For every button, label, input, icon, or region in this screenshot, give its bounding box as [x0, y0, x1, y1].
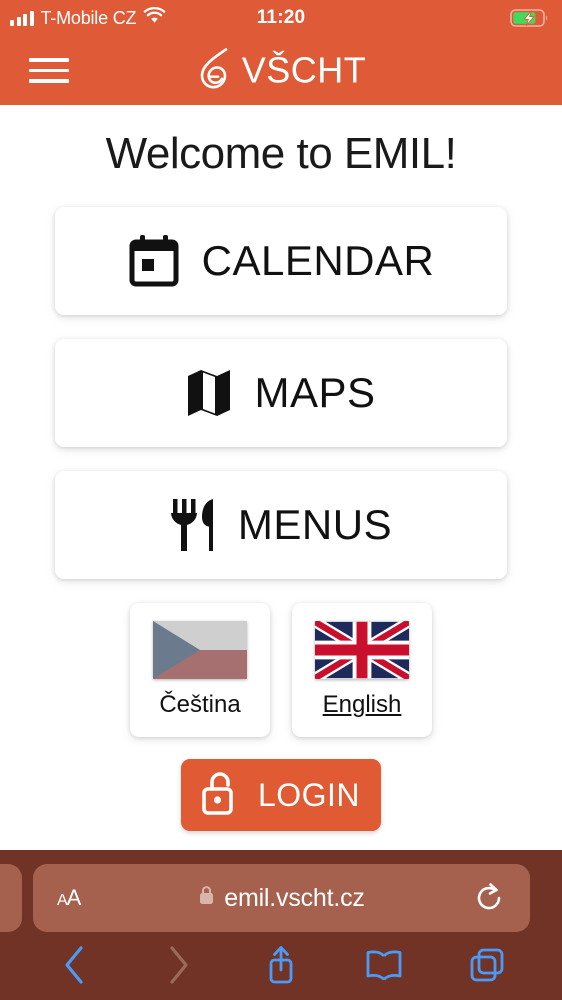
- unlock-padlock-icon: [202, 770, 242, 821]
- brand-logo[interactable]: VŠCHT: [0, 46, 562, 95]
- brand-name: VŠCHT: [241, 49, 367, 91]
- utensils-icon: [170, 497, 216, 553]
- main-content: Welcome to EMIL! CALENDAR MAPS MENUS Češ…: [0, 105, 562, 850]
- app-header: VŠCHT: [0, 36, 562, 105]
- language-selector: Čeština English: [0, 603, 562, 737]
- language-label: Čeština: [159, 691, 241, 718]
- address-bar-center: emil.vscht.cz: [33, 884, 530, 913]
- lock-icon: [198, 885, 215, 911]
- nav-card-calendar[interactable]: CALENDAR: [55, 207, 507, 315]
- nav-card-list: CALENDAR MAPS MENUS: [0, 207, 562, 579]
- bookmarks-button[interactable]: [358, 939, 410, 991]
- login-button-label: LOGIN: [257, 776, 361, 813]
- url-text: emil.vscht.cz: [224, 883, 365, 912]
- forward-button: [152, 939, 204, 991]
- address-bar[interactable]: AA emil.vscht.cz: [33, 864, 530, 932]
- nav-card-label: CALENDAR: [201, 237, 435, 284]
- page-title: Welcome to EMIL!: [105, 129, 457, 178]
- language-option-english[interactable]: English: [292, 603, 432, 737]
- back-button[interactable]: [49, 939, 101, 991]
- vscht-drop-e-logo-icon: [196, 46, 238, 95]
- login-section: LOGIN: [0, 759, 562, 831]
- map-icon: [186, 366, 232, 420]
- status-bar-clock: 11:20: [256, 7, 306, 28]
- tabs-button[interactable]: [461, 939, 513, 991]
- language-option-cestina[interactable]: Čeština: [130, 603, 270, 737]
- status-bar: T-Mobile CZ 11:20: [0, 0, 562, 36]
- login-button[interactable]: LOGIN: [181, 759, 381, 831]
- calendar-icon: [128, 234, 180, 288]
- battery-charging-icon: [510, 8, 550, 28]
- nav-card-menus[interactable]: MENUS: [55, 471, 507, 579]
- reload-icon[interactable]: [476, 883, 504, 913]
- language-label: English: [322, 691, 402, 718]
- czech-flag-icon: [153, 621, 247, 679]
- adjacent-tab-peek[interactable]: [0, 864, 22, 932]
- share-button[interactable]: [255, 939, 307, 991]
- uk-flag-icon: [315, 621, 409, 679]
- nav-card-label: MAPS: [254, 369, 376, 416]
- phone-screen: T-Mobile CZ 11:20 VŠCHT Welcome to EMIL!…: [0, 0, 562, 1000]
- browser-toolbar: [0, 934, 562, 996]
- nav-card-maps[interactable]: MAPS: [55, 339, 507, 447]
- browser-chrome: AA emil.vscht.cz: [0, 850, 562, 1000]
- nav-card-label: MENUS: [237, 501, 393, 548]
